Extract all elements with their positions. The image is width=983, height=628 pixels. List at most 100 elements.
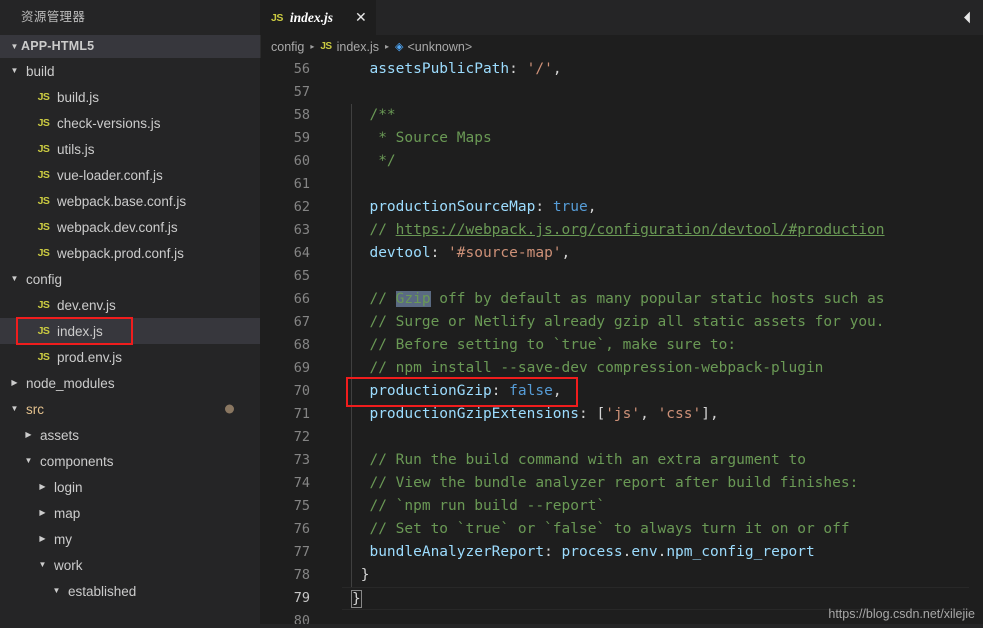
tab-label: index.js [289,9,333,25]
js-file-icon: JS [37,117,50,129]
tree-item-established[interactable]: ▼ established [0,578,260,604]
code-token: // Set to `true` or `false` to always tu… [352,521,850,537]
tree-item-webpack-prod-conf-js[interactable]: ▶JSwebpack.prod.conf.js [0,240,260,266]
tree-item-components[interactable]: ▼ components [0,448,260,474]
chevron-down-icon: ▼ [10,404,19,413]
code-token: , [587,199,597,215]
tree-item-utils-js[interactable]: ▶JSutils.js [0,136,260,162]
code-line[interactable]: */ [342,150,983,173]
code-line[interactable]: * Source Maps [342,127,983,150]
chevron-right-icon: ▶ [25,430,32,439]
tree-item-config[interactable]: ▼ config [0,266,260,292]
code-line[interactable]: devtool: '#source-map', [342,242,983,265]
tree-item-dev-env-js[interactable]: ▶JSdev.env.js [0,292,260,318]
code-line[interactable]: assetsPublicPath: '/', [342,58,983,81]
tree-item-login[interactable]: ▶ login [0,474,260,500]
code-token: process [561,544,623,560]
tree-item-build-js[interactable]: ▶JSbuild.js [0,84,260,110]
code-content[interactable]: assetsPublicPath: '/', /** * Source Maps… [342,58,983,628]
explorer-root-folder[interactable]: ▼ APP-HTML5 [0,35,260,58]
code-line[interactable]: } [342,564,983,587]
modified-indicator [225,404,234,414]
tree-item-assets[interactable]: ▶ assets [0,422,260,448]
code-line[interactable]: // npm install --save-dev compression-we… [342,357,983,380]
code-line[interactable]: // `npm run build --report` [342,495,983,518]
code-line[interactable]: productionGzip: false, [342,380,983,403]
code-line[interactable]: productionGzipExtensions: ['js', 'css'], [342,403,983,426]
code-line[interactable] [342,426,983,449]
js-file-icon: JS [37,91,50,103]
code-line[interactable]: // Before setting to `true`, make sure t… [342,334,983,357]
indent-guide [351,127,352,150]
js-file-icon: JS [320,41,332,52]
line-number: 71 [293,406,310,422]
code-line[interactable]: // https://webpack.js.org/configuration/… [342,219,983,242]
code-line[interactable]: productionSourceMap: true, [342,196,983,219]
code-line[interactable]: // Run the build command with an extra a… [342,449,983,472]
explorer-root-label: APP-HTML5 [21,39,95,53]
line-number: 64 [293,245,310,261]
code-line[interactable] [342,173,983,196]
chevron-down-icon: ▼ [10,274,19,283]
line-number: 70 [293,383,310,399]
tree-item-src[interactable]: ▼ src [0,396,260,422]
code-token: // [352,222,396,238]
file-tree: ▼ build ▶ JS build.js ▶ JS check-versions.js ▶ JS… [0,58,260,628]
line-number: 73 [293,452,310,468]
tree-item-label: utils.js [57,141,95,157]
tree-item-webpack-dev-conf-js[interactable]: ▶JSwebpack.dev.conf.js [0,214,260,240]
tree-item-my[interactable]: ▶ my [0,526,260,552]
tree-item-vue-loader-conf-js[interactable]: ▶JSvue-loader.conf.js [0,162,260,188]
split-editor-icon[interactable] [955,9,972,26]
tree-item-map[interactable]: ▶ map [0,500,260,526]
js-file-icon: JS [37,325,50,337]
tree-item-work[interactable]: ▼ work [0,552,260,578]
chevron-down-icon: ▼ [10,41,19,51]
indent-guide [351,518,352,541]
tree-item-index-js[interactable]: ▶JSindex.js [0,318,260,344]
code-line[interactable]: // Surge or Netlify already gzip all sta… [342,311,983,334]
code-editor[interactable]: 56 57 58 59 60 61 62 63 64 65 66 67 68 69 70 71 72 73 74 75… [260,58,983,628]
tree-item-label: map [54,505,81,521]
close-icon[interactable]: ✕ [355,11,367,25]
code-token: /** [352,107,396,123]
tree-item-webpack-base-conf-js[interactable]: ▶JSwebpack.base.conf.js [0,188,260,214]
tree-item-prod-env-js[interactable]: ▶JSprod.env.js [0,344,260,370]
tree-item-build[interactable]: ▼ build [0,58,260,84]
editor-actions [955,0,983,35]
tree-item-label: webpack.base.conf.js [57,193,187,209]
tree-item-label: check-versions.js [57,115,161,131]
indent-guide [351,357,352,380]
indent-guide [351,265,352,288]
code-line[interactable]: bundleAnalyzerReport: process.env.npm_co… [342,541,983,564]
tree-item-label: my [54,531,72,547]
tree-item-node-modules[interactable]: ▶ node_modules [0,370,260,396]
chevron-right-icon: ▸ [310,42,315,51]
js-file-icon: JS [271,11,283,24]
code-token: productionGzip [369,383,492,399]
tree-item-check-versions-js[interactable]: ▶JScheck-versions.js [0,110,260,136]
code-line[interactable]: // Set to `true` or `false` to always tu… [342,518,983,541]
code-line[interactable] [342,81,983,104]
chevron-right-icon: ▶ [39,508,46,517]
code-token: https://webpack.js.org/configuration/dev… [395,222,885,238]
line-number: 56 [293,61,310,77]
tab-index-js[interactable]: JS index.js ✕ [260,0,377,35]
breadcrumb-item-config[interactable]: config [271,40,304,54]
breadcrumb: config ▸ JS index.js ▸ ◈ <unknown> [260,35,983,58]
chevron-down-icon: ▼ [52,586,61,595]
breadcrumb-item-index-js[interactable]: index.js [337,40,379,54]
minimap-strip[interactable] [969,58,983,628]
tree-item-label: components [40,453,114,469]
tree-item-label: webpack.prod.conf.js [57,245,184,261]
code-token: * Source Maps [352,130,492,146]
code-line[interactable]: // Gzip off by default as many popular s… [342,288,983,311]
code-line[interactable]: /** [342,104,983,127]
code-line[interactable] [342,265,983,288]
code-token: ], [701,406,719,422]
breadcrumb-item-unknown[interactable]: <unknown> [407,40,472,54]
code-line[interactable]: // View the bundle analyzer report after… [342,472,983,495]
tree-item-label: build.js [57,89,100,105]
